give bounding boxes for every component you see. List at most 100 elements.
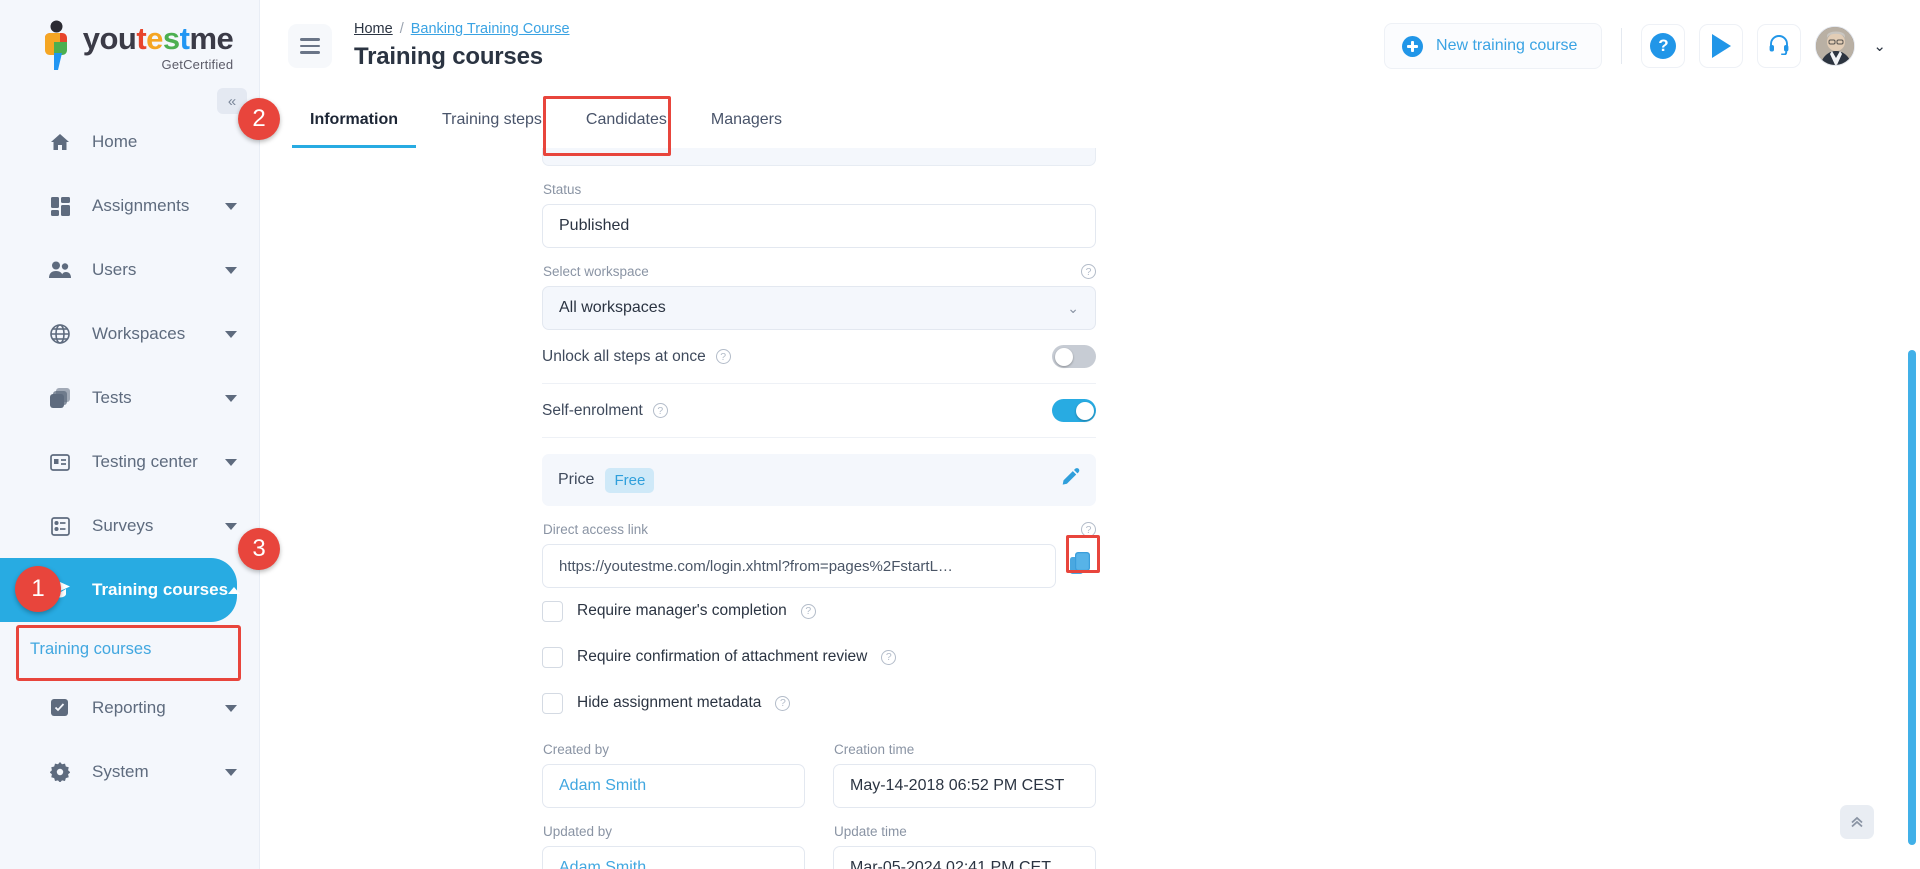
- help-icon[interactable]: ?: [775, 695, 791, 711]
- help-icon[interactable]: ?: [1081, 522, 1096, 537]
- status-input[interactable]: Published: [542, 204, 1096, 248]
- sidebar-item-surveys[interactable]: Surveys: [0, 494, 259, 558]
- menu-toggle-button[interactable]: [288, 24, 332, 68]
- updated-by-label-text: Updated by: [543, 824, 613, 839]
- play-icon: [1711, 34, 1731, 58]
- video-tutorial-button[interactable]: [1699, 24, 1744, 68]
- direct-access-link-input[interactable]: https://youtestme.com/login.xhtml?from=p…: [542, 544, 1056, 588]
- creation-time-label: Creation time: [834, 742, 1096, 757]
- audit-row-updated: Updated by Adam Smith Update time Mar-05…: [542, 808, 1096, 869]
- toggle-knob: [1075, 401, 1094, 420]
- help-icon[interactable]: ?: [881, 649, 897, 665]
- sidebar-item-workspaces[interactable]: Workspaces: [0, 302, 259, 366]
- status-label: Status: [543, 182, 1096, 197]
- brand-name: youtestme: [82, 21, 234, 56]
- brand-logo[interactable]: youtestme GetCertified: [0, 0, 259, 92]
- price-row: Price Free: [542, 454, 1096, 506]
- account-chevron-down-icon[interactable]: ⌄: [1873, 37, 1886, 55]
- page-heading-block: Home / Banking Training Course Training …: [354, 21, 570, 71]
- hamburger-bar: [300, 44, 320, 48]
- sidebar-item-label: Reporting: [92, 698, 166, 717]
- help-button[interactable]: ?: [1641, 24, 1686, 68]
- hide-assignment-metadata-checkbox[interactable]: [542, 692, 563, 714]
- copy-link-button[interactable]: [1066, 551, 1096, 581]
- breadcrumb-current-link[interactable]: Banking Training Course: [411, 21, 570, 38]
- tab-managers[interactable]: Managers: [689, 92, 804, 148]
- toggle-knob: [1054, 347, 1073, 366]
- tab-training-steps[interactable]: Training steps: [420, 92, 564, 148]
- sidebar-item-home[interactable]: Home: [0, 110, 259, 174]
- new-training-course-button[interactable]: New training course: [1384, 23, 1603, 69]
- surveys-icon: [48, 514, 72, 538]
- chevron-down-icon: [225, 522, 237, 530]
- top-bar: Home / Banking Training Course Training …: [260, 0, 1920, 92]
- help-icon[interactable]: ?: [800, 603, 816, 619]
- avatar[interactable]: [1815, 26, 1856, 66]
- page-scrollbar-thumb[interactable]: [1908, 350, 1916, 845]
- chevron-down-icon: [225, 202, 237, 210]
- sidebar-subitem-label: Training courses: [30, 639, 152, 658]
- workspace-value: All workspaces: [559, 299, 666, 316]
- sidebar-item-system[interactable]: System: [0, 740, 259, 804]
- direct-access-link-row: https://youtestme.com/login.xhtml?from=p…: [542, 544, 1096, 588]
- unlock-all-steps-label: Unlock all steps at once: [542, 347, 706, 365]
- workspace-label: Select workspace ?: [543, 264, 1096, 279]
- globe-icon: [48, 322, 72, 346]
- require-manager-completion-checkbox[interactable]: [542, 600, 563, 622]
- chevron-down-icon: [225, 704, 237, 712]
- sidebar: youtestme GetCertified « Home Assignment…: [0, 0, 260, 869]
- annotation-badge-3: 3: [238, 528, 280, 570]
- require-attachment-review-checkbox[interactable]: [542, 646, 563, 668]
- sidebar-item-assignments[interactable]: Assignments: [0, 174, 259, 238]
- help-icon[interactable]: ?: [715, 349, 731, 364]
- chevron-down-icon: [225, 768, 237, 776]
- help-icon[interactable]: ?: [652, 403, 668, 418]
- brand-tagline: GetCertified: [161, 57, 234, 72]
- workspace-select[interactable]: All workspaces ⌄: [542, 286, 1096, 330]
- status-label-text: Status: [543, 182, 582, 197]
- double-chevron-left-icon: «: [227, 92, 237, 110]
- page-scrollbar-track[interactable]: [1906, 0, 1918, 869]
- sidebar-item-tests[interactable]: Tests: [0, 366, 259, 430]
- creation-time-value: May-14-2018 06:52 PM CEST: [850, 777, 1065, 794]
- new-training-course-label: New training course: [1436, 37, 1578, 54]
- help-icon[interactable]: ?: [1081, 264, 1096, 279]
- page-title: Training courses: [354, 43, 543, 71]
- support-button[interactable]: [1757, 24, 1802, 68]
- sidebar-item-label: Home: [92, 132, 138, 151]
- sidebar-item-label: Workspaces: [92, 324, 186, 343]
- sidebar-item-label: Training courses: [92, 580, 229, 599]
- breadcrumb-home-link[interactable]: Home: [354, 21, 393, 38]
- update-time-field[interactable]: Mar-05-2024 02:41 PM CET: [833, 846, 1096, 869]
- sidebar-item-users[interactable]: Users: [0, 238, 259, 302]
- creation-time-field[interactable]: May-14-2018 06:52 PM CEST: [833, 764, 1096, 808]
- tab-information[interactable]: Information: [288, 92, 420, 148]
- hide-assignment-metadata-row: Hide assignment metadata ?: [542, 680, 1096, 726]
- headset-icon: [1768, 33, 1790, 60]
- direct-access-link-label: Direct access link ?: [543, 522, 1096, 537]
- tab-candidates[interactable]: Candidates: [564, 92, 689, 148]
- edit-price-pencil-icon[interactable]: [1061, 467, 1080, 493]
- price-label: Price: [558, 471, 595, 488]
- unlock-all-steps-toggle[interactable]: [1052, 345, 1096, 368]
- annotation-badge-1: 1: [15, 566, 61, 612]
- created-by-field[interactable]: Adam Smith: [542, 764, 805, 808]
- created-by-value: Adam Smith: [559, 777, 647, 794]
- hide-assignment-metadata-label: Hide assignment metadata: [577, 694, 762, 711]
- tab-label: Training steps: [442, 111, 542, 128]
- direct-access-link-value: https://youtestme.com/login.xhtml?from=p…: [559, 557, 953, 575]
- sidebar-item-reporting[interactable]: Reporting: [0, 676, 259, 740]
- sidebar-subitem-training-courses[interactable]: Training courses: [0, 622, 259, 676]
- sidebar-item-label: System: [92, 762, 149, 781]
- sidebar-item-testing-center[interactable]: Testing center: [0, 430, 259, 494]
- scroll-to-top-button[interactable]: [1840, 805, 1874, 839]
- chevron-down-icon: [225, 330, 237, 338]
- require-attachment-review-row: Require confirmation of attachment revie…: [542, 634, 1096, 680]
- updated-by-field[interactable]: Adam Smith: [542, 846, 805, 869]
- hamburger-bar: [300, 51, 320, 54]
- youtestme-logo-mark: [36, 20, 76, 72]
- self-enrolment-label: Self-enrolment: [542, 401, 643, 419]
- copy-icon: [1070, 551, 1092, 581]
- require-manager-completion-row: Require manager's completion ?: [542, 588, 1096, 634]
- self-enrolment-toggle[interactable]: [1052, 399, 1096, 422]
